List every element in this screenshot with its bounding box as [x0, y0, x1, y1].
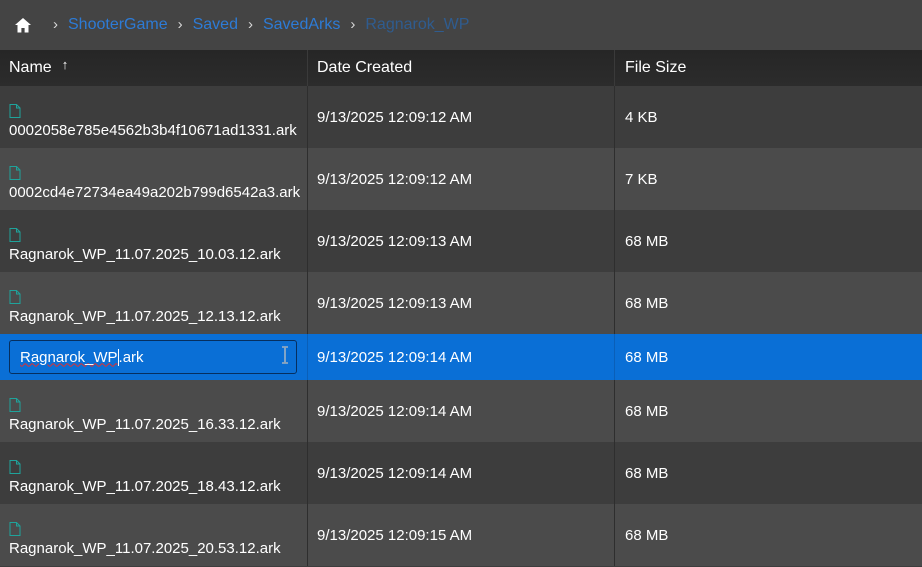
file-name-cell: 0002cd4e72734ea49a202b799d6542a3.ark — [0, 148, 308, 210]
breadcrumb-item-savedarks[interactable]: SavedArks — [263, 16, 340, 34]
file-size: 68 MB — [625, 402, 669, 420]
chevron-right-icon: › — [53, 16, 58, 33]
file-row[interactable]: Ragnarok_WP_11.07.2025_10.03.12.ark 9/13… — [0, 210, 922, 272]
rename-input[interactable]: Ragnarok_WP .ark — [9, 340, 297, 374]
file-name-cell: Ragnarok_WP_11.07.2025_16.33.12.ark — [0, 380, 308, 442]
ibeam-cursor-icon — [282, 346, 288, 364]
file-name-cell: Ragnarok_WP .ark — [0, 334, 308, 380]
file-size: 4 KB — [625, 108, 658, 126]
file-size: 68 MB — [625, 464, 669, 482]
file-size: 68 MB — [625, 294, 669, 312]
file-size: 68 MB — [625, 526, 669, 544]
file-date: 9/13/2025 12:09:12 AM — [308, 148, 615, 210]
file-date: 9/13/2025 12:09:14 AM — [308, 334, 615, 380]
file-row[interactable]: 0002058e785e4562b3b4f10671ad1331.ark 9/1… — [0, 86, 922, 148]
file-icon — [9, 290, 21, 304]
file-size: 68 MB — [625, 348, 669, 366]
file-date: 9/13/2025 12:09:15 AM — [308, 504, 615, 566]
file-row-selected[interactable]: Ragnarok_WP .ark 9/13/2025 12:09:14 AM 68… — [0, 334, 922, 380]
file-name: Ragnarok_WP_11.07.2025_20.53.12.ark — [9, 540, 281, 557]
file-name-cell: 0002058e785e4562b3b4f10671ad1331.ark — [0, 86, 308, 148]
file-name: 0002cd4e72734ea49a202b799d6542a3.ark — [9, 184, 301, 201]
file-date: 9/13/2025 12:09:13 AM — [308, 210, 615, 272]
file-name-cell: Ragnarok_WP_11.07.2025_18.43.12.ark — [0, 442, 308, 504]
file-name-cell: Ragnarok_WP_11.07.2025_20.53.12.ark — [0, 504, 308, 566]
file-icon — [9, 522, 21, 536]
file-name-cell: Ragnarok_WP_11.07.2025_10.03.12.ark — [0, 210, 308, 272]
file-row[interactable]: Ragnarok_WP_11.07.2025_12.13.12.ark 9/13… — [0, 272, 922, 334]
file-name-cell: Ragnarok_WP_11.07.2025_12.13.12.ark — [0, 272, 308, 334]
file-size: 68 MB — [625, 232, 669, 250]
file-row[interactable]: Ragnarok_WP_11.07.2025_20.53.12.ark 9/13… — [0, 504, 922, 566]
rename-text-after-caret: .ark — [118, 348, 144, 366]
file-name: Ragnarok_WP_11.07.2025_16.33.12.ark — [9, 416, 281, 433]
chevron-right-icon: › — [177, 16, 183, 33]
file-icon — [9, 166, 21, 180]
rename-text-before-caret: Ragnarok_WP — [20, 348, 118, 366]
chevron-right-icon: › — [247, 16, 253, 33]
column-header-name-label: Name — [9, 59, 52, 76]
file-icon — [9, 228, 21, 242]
file-size: 7 KB — [625, 170, 658, 188]
file-name: Ragnarok_WP_11.07.2025_10.03.12.ark — [9, 246, 281, 263]
file-row[interactable]: 0002cd4e72734ea49a202b799d6542a3.ark 9/1… — [0, 148, 922, 210]
file-date: 9/13/2025 12:09:14 AM — [308, 380, 615, 442]
column-header-size[interactable]: File Size — [615, 50, 922, 86]
column-header-date[interactable]: Date Created — [308, 50, 615, 86]
file-name: Ragnarok_WP_11.07.2025_12.13.12.ark — [9, 308, 281, 325]
file-date: 9/13/2025 12:09:13 AM — [308, 272, 615, 334]
home-icon[interactable] — [15, 17, 31, 33]
file-row[interactable]: Ragnarok_WP_11.07.2025_18.43.12.ark 9/13… — [0, 442, 922, 504]
file-list: 0002058e785e4562b3b4f10671ad1331.ark 9/1… — [0, 86, 922, 566]
breadcrumb-item-current: Ragnarok_WP — [365, 16, 470, 33]
breadcrumb: › ShooterGame › Saved › SavedArks › Ragn… — [0, 0, 922, 50]
chevron-right-icon: › — [350, 16, 356, 33]
file-icon — [9, 398, 21, 412]
file-date: 9/13/2025 12:09:14 AM — [308, 442, 615, 504]
column-header-name[interactable]: Name ↑ — [0, 50, 308, 86]
file-icon — [9, 104, 21, 118]
column-header-size-label: File Size — [625, 59, 687, 76]
file-date: 9/13/2025 12:09:12 AM — [308, 86, 615, 148]
file-name: 0002058e785e4562b3b4f10671ad1331.ark — [9, 122, 297, 139]
breadcrumb-item-shootergame[interactable]: ShooterGame — [68, 16, 168, 34]
file-icon — [9, 460, 21, 474]
sort-ascending-icon: ↑ — [61, 56, 69, 72]
file-row[interactable]: Ragnarok_WP_11.07.2025_16.33.12.ark 9/13… — [0, 380, 922, 442]
column-header-row: Name ↑ Date Created File Size — [0, 50, 922, 87]
file-name: Ragnarok_WP_11.07.2025_18.43.12.ark — [9, 478, 281, 495]
breadcrumb-item-saved[interactable]: Saved — [193, 16, 238, 34]
column-header-date-label: Date Created — [317, 59, 413, 76]
